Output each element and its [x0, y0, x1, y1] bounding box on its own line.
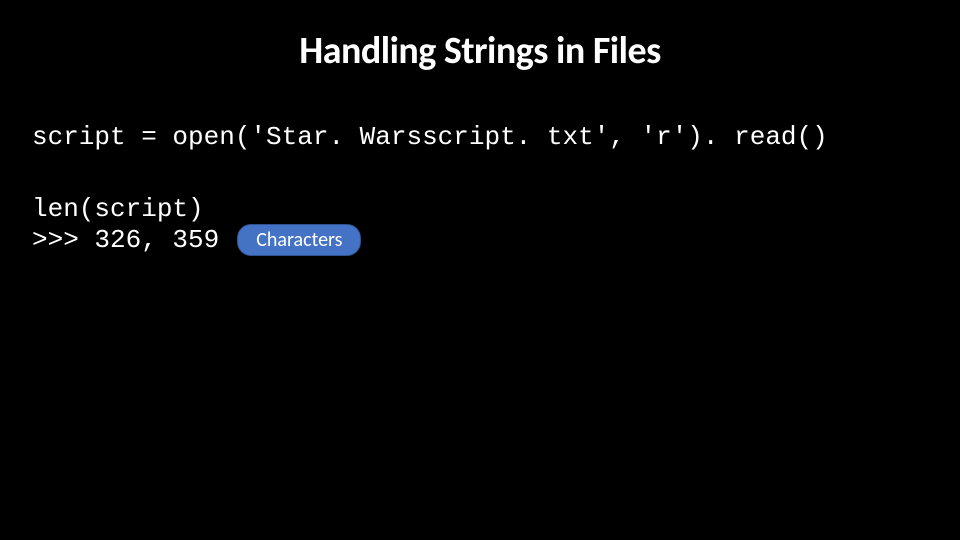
characters-badge: Characters	[237, 224, 361, 256]
code-line-open: script = open('Star. Warsscript. txt', '…	[0, 122, 960, 152]
slide-title: Handling Strings in Files	[0, 0, 960, 74]
code-line-len: len(script)	[0, 194, 960, 224]
code-line-output: >>> 326, 359	[0, 225, 219, 255]
